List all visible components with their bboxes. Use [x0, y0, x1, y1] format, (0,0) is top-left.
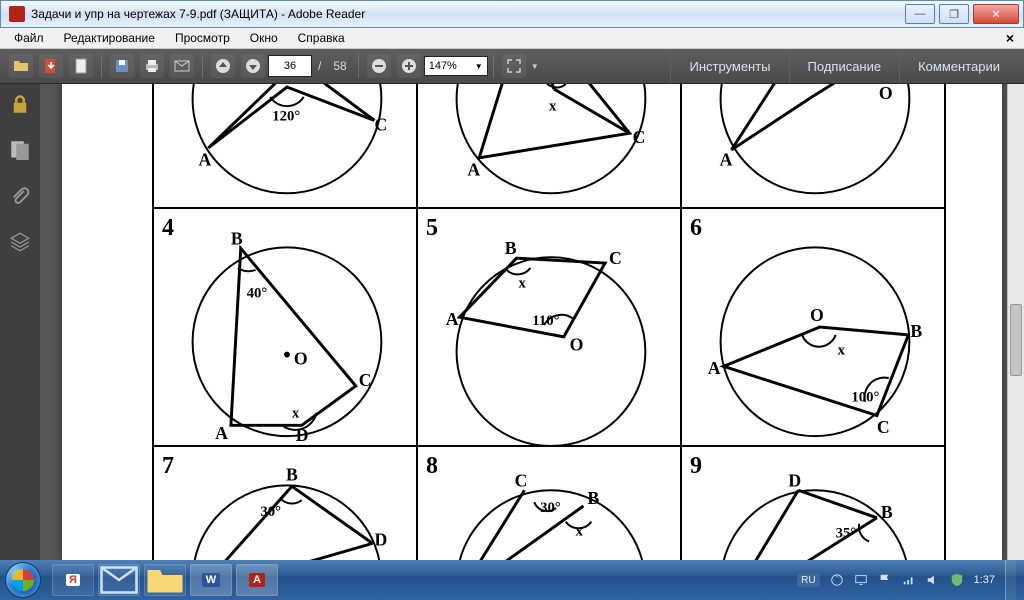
window-title: Задачи и упр на чертежах 7-9.pdf (ЗАЩИТА…	[31, 7, 905, 21]
tray-clock[interactable]: 1:37	[974, 574, 995, 586]
svg-text:C: C	[515, 470, 528, 490]
svg-text:D: D	[374, 529, 387, 549]
svg-text:B: B	[505, 238, 517, 258]
side-panel	[0, 84, 40, 562]
page-down-icon[interactable]	[241, 54, 265, 78]
toolbar: / 58 147%▼ ▼ Инструменты Подписание Комм…	[0, 49, 1024, 84]
svg-text:30°: 30°	[540, 500, 561, 516]
print-icon[interactable]	[140, 54, 164, 78]
task-adobe-icon[interactable]: A	[236, 564, 278, 596]
show-desktop-button[interactable]	[1005, 560, 1016, 600]
svg-text:40°: 40°	[247, 286, 268, 302]
tray-sync-icon[interactable]	[830, 573, 844, 587]
svg-text:C: C	[609, 248, 622, 268]
lock-icon[interactable]	[10, 94, 30, 114]
svg-text:B: B	[231, 228, 243, 248]
svg-text:O: O	[879, 84, 893, 103]
svg-text:D: D	[788, 470, 801, 490]
task-mail-icon[interactable]	[98, 564, 140, 596]
workspace: A C O 120° A C x	[0, 84, 1024, 562]
page-separator: /	[318, 59, 321, 73]
svg-text:120°: 120°	[272, 108, 300, 124]
svg-text:35°: 35°	[836, 525, 857, 541]
menu-view[interactable]: Просмотр	[165, 29, 240, 47]
svg-text:C: C	[877, 417, 890, 437]
scrollbar-thumb[interactable]	[1010, 304, 1022, 376]
page-number-input[interactable]	[268, 55, 312, 77]
tray-shield-icon[interactable]	[950, 573, 964, 587]
svg-text:x: x	[519, 276, 527, 292]
svg-text:B: B	[286, 464, 298, 484]
menu-file[interactable]: Файл	[4, 29, 54, 47]
zoom-value: 147%	[429, 60, 457, 72]
open-icon[interactable]	[9, 54, 33, 78]
pdf-page: A C O 120° A C x	[62, 84, 1002, 562]
tab-tools[interactable]: Инструменты	[670, 49, 788, 83]
layers-icon[interactable]	[10, 232, 30, 252]
task-word-icon[interactable]: W	[190, 564, 232, 596]
language-indicator[interactable]: RU	[797, 574, 819, 587]
zoom-select[interactable]: 147%▼	[424, 56, 488, 76]
system-tray: RU 1:37	[797, 560, 1024, 600]
svg-text:O: O	[570, 335, 584, 355]
svg-text:30°: 30°	[260, 504, 281, 520]
svg-text:x: x	[292, 405, 300, 421]
svg-text:x: x	[549, 99, 557, 115]
task-explorer-icon[interactable]	[144, 564, 186, 596]
svg-text:A: A	[720, 150, 733, 170]
tab-sign[interactable]: Подписание	[789, 49, 900, 83]
menu-close-x[interactable]: ×	[1000, 30, 1020, 46]
svg-text:A: A	[708, 358, 721, 378]
menu-edit[interactable]: Редактирование	[54, 29, 165, 47]
svg-text:A: A	[198, 150, 211, 170]
svg-text:C: C	[633, 127, 646, 147]
minimize-button[interactable]: —	[905, 4, 935, 24]
svg-text:O: O	[294, 348, 308, 368]
tray-volume-icon[interactable]	[926, 573, 940, 587]
svg-text:O: O	[282, 84, 296, 87]
svg-text:B: B	[587, 488, 599, 508]
taskbar: Я W A RU 1:37	[0, 560, 1024, 600]
svg-text:x: x	[838, 343, 846, 359]
svg-text:B: B	[881, 502, 893, 522]
svg-text:x: x	[576, 524, 584, 540]
thumbnails-icon[interactable]	[10, 140, 30, 160]
tray-monitor-icon[interactable]	[854, 573, 868, 587]
svg-text:A: A	[467, 160, 480, 180]
tray-flag-icon[interactable]	[878, 573, 892, 587]
svg-text:O: O	[810, 305, 824, 325]
app-icon	[9, 6, 25, 22]
titlebar: Задачи и упр на чертежах 7-9.pdf (ЗАЩИТА…	[0, 0, 1024, 28]
close-button[interactable]: ✕	[973, 4, 1019, 24]
zoom-in-icon[interactable]	[397, 54, 421, 78]
svg-text:B: B	[910, 321, 922, 341]
email-icon[interactable]	[170, 54, 194, 78]
page-total: 58	[333, 59, 346, 73]
fit-screen-icon[interactable]	[502, 54, 526, 78]
svg-text:A: A	[446, 309, 459, 329]
export-pdf-icon[interactable]	[39, 54, 63, 78]
svg-text:A: A	[215, 423, 228, 443]
menu-window[interactable]: Окно	[240, 29, 288, 47]
tab-comment[interactable]: Комментарии	[899, 49, 1018, 83]
svg-text:C: C	[359, 370, 372, 390]
zoom-out-icon[interactable]	[367, 54, 391, 78]
menubar: Файл Редактирование Просмотр Окно Справк…	[0, 28, 1024, 49]
vertical-scrollbar[interactable]	[1007, 84, 1024, 562]
menu-help[interactable]: Справка	[288, 29, 355, 47]
start-button[interactable]	[0, 560, 46, 600]
restore-button[interactable]: ❐	[939, 4, 969, 24]
create-pdf-icon[interactable]	[69, 54, 93, 78]
save-icon[interactable]	[110, 54, 134, 78]
tray-network-icon[interactable]	[902, 573, 916, 587]
svg-text:C: C	[374, 114, 387, 134]
page-up-icon[interactable]	[211, 54, 235, 78]
task-yandex-icon[interactable]: Я	[52, 564, 94, 596]
attachments-icon[interactable]	[10, 186, 30, 206]
document-area[interactable]: A C O 120° A C x	[40, 84, 1024, 562]
